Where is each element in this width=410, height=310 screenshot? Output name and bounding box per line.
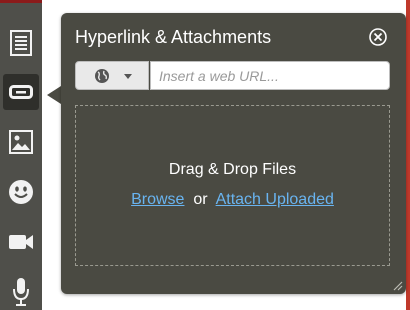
browse-link[interactable]: Browse (131, 191, 184, 208)
close-circle-icon[interactable] (369, 28, 387, 46)
hyperlink-popup: Hyperlink & Attachments Drag & Drop File… (61, 13, 406, 294)
link-icon (9, 85, 33, 99)
or-separator: or (188, 191, 213, 208)
audio-tool-button[interactable] (0, 274, 42, 310)
popup-title: Hyperlink & Attachments (75, 27, 272, 47)
emoji-tool-button[interactable] (0, 174, 42, 210)
smiley-icon (9, 180, 33, 204)
chevron-down-icon (124, 74, 132, 79)
sidebar-toolbar (0, 0, 42, 310)
url-input[interactable] (150, 61, 390, 90)
image-icon (9, 130, 33, 154)
globe-icon (95, 69, 109, 83)
attach-uploaded-link[interactable]: Attach Uploaded (216, 191, 334, 208)
page-edge-strip (406, 0, 410, 310)
popup-pointer (47, 86, 61, 104)
link-tool-button[interactable] (3, 74, 39, 110)
video-camera-icon (9, 235, 33, 249)
file-dropzone[interactable]: Drag & Drop Files Browse or Attach Uploa… (75, 105, 390, 266)
dropzone-actions: Browse or Attach Uploaded (76, 191, 389, 209)
document-lines-icon (10, 30, 32, 56)
document-tool-button[interactable] (0, 25, 42, 61)
video-tool-button[interactable] (0, 224, 42, 260)
microphone-icon (13, 278, 29, 306)
link-type-dropdown[interactable] (75, 61, 149, 90)
sidebar-top-accent (0, 0, 42, 3)
dropzone-title: Drag & Drop Files (168, 161, 297, 178)
image-tool-button[interactable] (0, 124, 42, 160)
resize-handle-icon[interactable] (391, 279, 403, 291)
